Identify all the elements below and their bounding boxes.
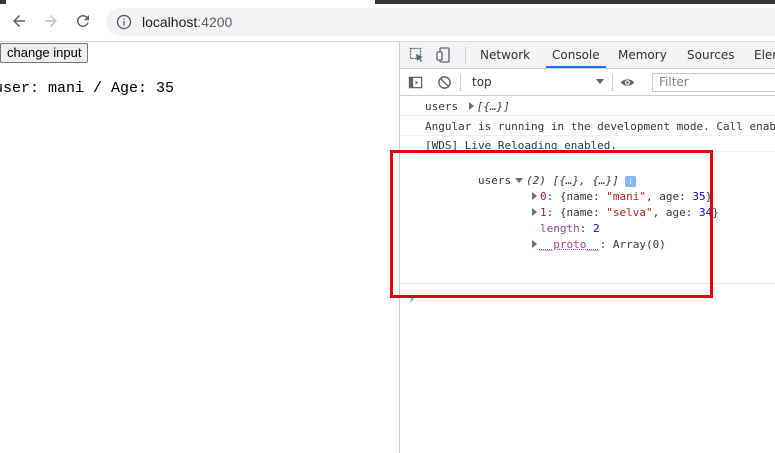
arrow-left-icon	[10, 12, 28, 30]
array-proto[interactable]: __proto__: Array(0)	[475, 225, 666, 264]
log-text: Angular is running in the development mo…	[425, 120, 775, 133]
tab-sources[interactable]: Sources	[687, 42, 734, 68]
address-bar[interactable]: localhost:4200	[106, 8, 775, 36]
back-button[interactable]	[8, 10, 30, 32]
log-value: [{…}]	[477, 100, 510, 113]
url-text: localhost:4200	[142, 14, 232, 30]
reload-button[interactable]	[72, 10, 94, 32]
console-prompt[interactable]: ›	[408, 292, 415, 306]
tab-strip-right	[375, 0, 775, 4]
tab-elements[interactable]: Elem	[754, 42, 775, 68]
log-label: users	[425, 100, 458, 113]
tab-separator	[465, 47, 466, 64]
devtools-panel: Network Console Memory Sources Elem top …	[399, 42, 775, 453]
browser-toolbar: localhost:4200	[0, 0, 775, 42]
filter-separator	[460, 74, 461, 91]
clear-console-icon[interactable]	[437, 75, 452, 90]
context-value: top	[472, 75, 492, 89]
user-info-text: user: mani / Age: 35	[0, 80, 174, 97]
console-message[interactable]: users [{…}]	[400, 96, 775, 116]
reload-icon	[74, 12, 92, 30]
info-icon[interactable]	[116, 14, 132, 30]
arrow-right-icon	[42, 12, 60, 30]
expand-triangle-icon[interactable]	[469, 102, 474, 110]
console-message[interactable]: Angular is running in the development mo…	[400, 116, 775, 136]
page-content: change input user: mani / Age: 35	[0, 42, 399, 453]
inspect-element-icon[interactable]	[409, 47, 425, 63]
url-host: localhost	[142, 14, 197, 30]
context-selector[interactable]: top	[466, 74, 606, 91]
tab-strip-left	[0, 0, 6, 4]
console-message-expanded[interactable]: users (2) [{…}, {…}] i 0: {name: "mani", a…	[400, 152, 775, 284]
device-toolbar-icon[interactable]	[436, 47, 452, 63]
expand-triangle-icon[interactable]	[532, 240, 537, 248]
log-text: [WDS] Live Reloading enabled.	[425, 139, 617, 152]
url-port: :4200	[197, 14, 232, 30]
filter-input[interactable]: Filter	[652, 73, 775, 92]
sidebar-toggle-icon[interactable]	[408, 75, 423, 90]
console-filter-bar: top Filter	[400, 69, 775, 96]
eye-icon[interactable]	[620, 75, 635, 90]
change-input-button[interactable]: change input	[0, 43, 88, 63]
console-message[interactable]: [WDS] Live Reloading enabled.	[400, 136, 775, 152]
tab-network[interactable]: Network	[480, 42, 530, 68]
chevron-down-icon	[596, 79, 604, 84]
filter-separator-2	[612, 74, 613, 91]
devtools-tabbar: Network Console Memory Sources Elem	[400, 42, 775, 69]
tab-memory[interactable]: Memory	[618, 42, 667, 68]
forward-button[interactable]	[40, 10, 62, 32]
console-output: users [{…}] Angular is running in the de…	[400, 96, 775, 453]
tab-console[interactable]: Console	[546, 42, 606, 68]
